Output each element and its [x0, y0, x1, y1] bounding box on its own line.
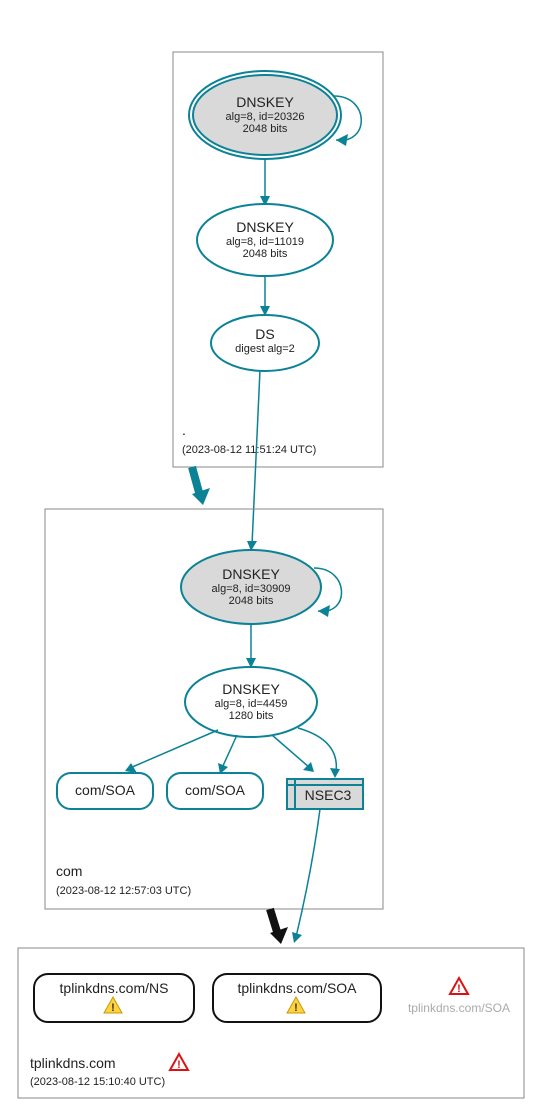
node-com-nsec3: NSEC3 [287, 779, 363, 809]
node-com-dnskey-1: DNSKEY alg=8, id=30909 2048 bits [181, 550, 321, 624]
label: DNSKEY [222, 681, 280, 697]
label: com/SOA [75, 782, 136, 798]
arrow-head-icon [336, 134, 348, 146]
label-ghost: tplinkdns.com/SOA [408, 1001, 510, 1015]
edge-com-to-tplinkdns [296, 809, 320, 937]
edge [130, 730, 218, 768]
label-sub1: alg=8, id=4459 [215, 698, 288, 710]
label: com/SOA [185, 782, 246, 798]
error-icon: ! [450, 978, 468, 995]
label-sub1: digest alg=2 [235, 343, 295, 355]
label: DS [255, 326, 274, 342]
edge [272, 735, 310, 768]
label-sub2: 2048 bits [229, 595, 274, 607]
node-com-dnskey-2: DNSKEY alg=8, id=4459 1280 bits [185, 667, 317, 737]
label: DNSKEY [222, 566, 280, 582]
label: tplinkdns.com/NS [60, 980, 169, 996]
zone-root-time: (2023-08-12 11:51:24 UTC) [182, 444, 316, 456]
zone-com-label: com [56, 863, 82, 879]
edge [298, 728, 336, 772]
svg-text:!: ! [111, 1002, 115, 1014]
arrow-head-icon [292, 932, 302, 943]
svg-text:!: ! [457, 983, 461, 995]
arrow-head-icon [330, 768, 340, 778]
zone-link-arrow-com-tplinkdns [270, 909, 288, 944]
label: tplinkdns.com/SOA [237, 980, 357, 996]
node-tplinkdns-ns: tplinkdns.com/NS ! [34, 974, 194, 1022]
zone-root: DNSKEY alg=8, id=20326 2048 bits DNSKEY … [173, 52, 383, 467]
error-icon: ! [170, 1054, 188, 1071]
node-root-ds: DS digest alg=2 [211, 315, 319, 371]
zone-tplinkdns-label: tplinkdns.com [30, 1055, 116, 1071]
zone-com: DNSKEY alg=8, id=30909 2048 bits DNSKEY … [45, 509, 383, 909]
node-tplinkdns-soa-ghost: ! tplinkdns.com/SOA [408, 978, 510, 1015]
zone-com-time: (2023-08-12 12:57:03 UTC) [56, 885, 191, 897]
label-sub1: alg=8, id=20326 [226, 111, 305, 123]
node-tplinkdns-soa: tplinkdns.com/SOA ! [213, 974, 381, 1022]
edge [222, 735, 237, 768]
label: DNSKEY [236, 94, 294, 110]
label-sub1: alg=8, id=30909 [212, 583, 291, 595]
node-com-soa-1: com/SOA [57, 773, 153, 809]
arrow-head-icon [125, 763, 137, 773]
zone-link-arrow-root-com [192, 467, 210, 505]
edge-root-to-com [252, 370, 260, 545]
label-sub2: 2048 bits [243, 123, 288, 135]
label-sub1: alg=8, id=11019 [226, 236, 304, 248]
node-root-dnskey-1: DNSKEY alg=8, id=20326 2048 bits [189, 71, 341, 159]
node-root-dnskey-2: DNSKEY alg=8, id=11019 2048 bits [197, 204, 333, 276]
zone-tplinkdns-time: (2023-08-12 15:10:40 UTC) [30, 1076, 165, 1088]
label-sub2: 2048 bits [243, 248, 288, 260]
node-com-soa-2: com/SOA [167, 773, 263, 809]
arrow-head-icon [318, 605, 330, 617]
zone-root-label: . [182, 422, 186, 438]
svg-text:!: ! [177, 1059, 181, 1071]
label: DNSKEY [236, 219, 294, 235]
label: NSEC3 [305, 787, 352, 803]
label-sub2: 1280 bits [229, 710, 274, 722]
svg-text:!: ! [294, 1002, 298, 1014]
zone-tplinkdns: tplinkdns.com/NS ! tplinkdns.com/SOA ! !… [18, 948, 524, 1098]
